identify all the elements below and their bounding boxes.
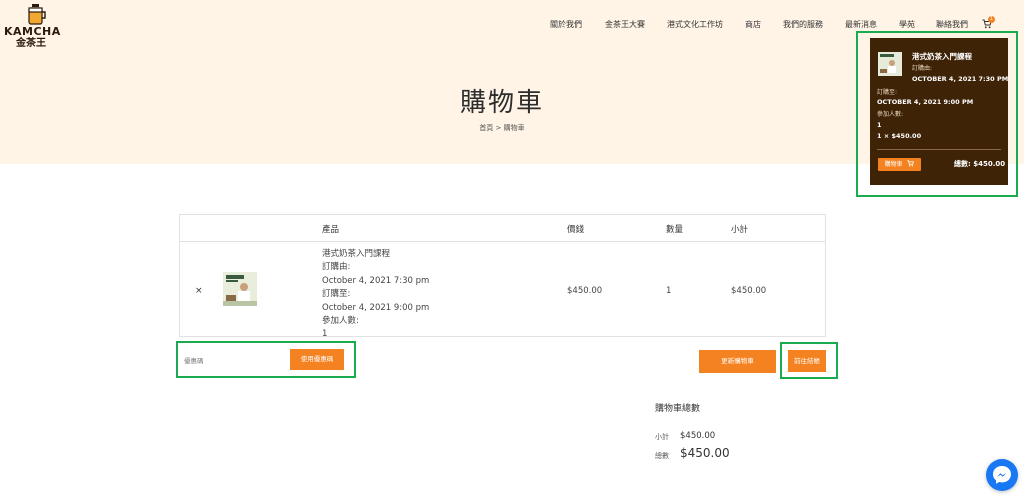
logo-title: KAMCHA [4, 25, 61, 38]
product-details: 港式奶茶入門課程 訂購由: October 4, 2021 7:30 pm 訂購… [322, 248, 429, 342]
nav-item-academy[interactable]: 學苑 [899, 19, 915, 31]
page-title: 購物車 [459, 88, 544, 118]
totals-subtotal-label: 小計 [655, 433, 669, 441]
messenger-chat-button[interactable] [986, 459, 1018, 491]
update-cart-button[interactable]: 更新購物車 [699, 350, 776, 373]
header-product: 產品 [322, 225, 340, 235]
mini-cart-from-value: OCTOBER 4, 2021 7:30 PM [912, 75, 1009, 83]
product-to-label: 訂購至: [322, 289, 351, 300]
mini-cart-qty-price: 1 × $450.00 [877, 132, 922, 140]
remove-item-button[interactable]: × [195, 286, 203, 296]
row-price: $450.00 [567, 286, 603, 296]
row-qty[interactable]: 1 [666, 286, 671, 296]
product-people-value: 1 [322, 329, 328, 340]
mini-cart-product-thumbnail[interactable] [878, 52, 902, 76]
product-people-label: 參加人數: [322, 316, 359, 327]
product-to-value: October 4, 2021 9:00 pm [322, 302, 430, 313]
totals-total-label: 總數 [655, 452, 669, 460]
mini-cart-button-label: 購物車 [884, 161, 903, 168]
totals-total-value: $450.00 [680, 446, 730, 460]
nav-item-services[interactable]: 我們的服務 [783, 19, 823, 31]
product-from-value: October 4, 2021 7:30 pm [322, 275, 430, 286]
logo-subtitle: 金茶王 [16, 38, 46, 49]
mini-cart-view-cart-button[interactable]: 購物車 [878, 158, 921, 171]
cart-table: 產品 價錢 數量 小計 × 港式奶茶入門課程 訂購由: October 4, 2… [179, 214, 826, 339]
mini-cart-to-label: 訂購至: [877, 89, 898, 96]
header-price: 價錢 [567, 225, 585, 235]
cart-totals-title: 購物車總數 [655, 404, 701, 414]
apply-coupon-button[interactable]: 使用優惠碼 [290, 349, 344, 370]
nav-item-workshop[interactable]: 港式文化工作坊 [667, 19, 723, 31]
cart-table-header: 產品 價錢 數量 小計 [180, 215, 825, 242]
product-name-link[interactable]: 港式奶茶入門課程 [322, 248, 429, 261]
mini-cart-from-label: 訂購由: [912, 65, 933, 72]
proceed-to-checkout-button[interactable]: 前往結帳 [788, 350, 826, 372]
coupon-input[interactable]: 優惠碼 [184, 355, 204, 365]
totals-subtotal-value: $450.00 [680, 431, 716, 441]
row-subtotal: $450.00 [731, 286, 767, 296]
page: KAMCHA 金茶王 關於我們 金茶王大賽 港式文化工作坊 商店 我們的服務 最… [0, 0, 1024, 498]
cart-count-badge: 1 [988, 16, 995, 23]
teapot-logo-icon [28, 4, 46, 25]
mini-cart-people-label: 參加人數: [877, 111, 904, 118]
mini-cart-total: 總數: $450.00 [954, 160, 1006, 168]
cart-icon [907, 160, 915, 167]
mini-cart-dropdown: 港式奶茶入門課程 訂購由: OCTOBER 4, 2021 7:30 PM 訂購… [870, 38, 1008, 185]
product-thumbnail[interactable] [223, 272, 257, 306]
nav-item-news[interactable]: 最新消息 [845, 19, 877, 31]
nav-item-about[interactable]: 關於我們 [550, 19, 582, 31]
breadcrumb[interactable]: 首頁 > 購物車 [0, 123, 1004, 133]
nav-item-shop[interactable]: 商店 [745, 19, 761, 31]
mini-cart-divider [877, 149, 1001, 150]
mini-cart-to-value: OCTOBER 4, 2021 9:00 PM [877, 98, 974, 106]
nav-item-competition[interactable]: 金茶王大賽 [605, 19, 645, 31]
mini-cart-people-value: 1 [877, 121, 882, 129]
messenger-icon [993, 466, 1011, 484]
header-qty: 數量 [666, 225, 684, 235]
nav-item-contact[interactable]: 聯絡我們 [936, 19, 968, 31]
logo[interactable]: KAMCHA 金茶王 [4, 2, 64, 52]
header-subtotal: 小計 [731, 225, 749, 235]
product-from-label: 訂購由: [322, 262, 351, 273]
mini-cart-item-name[interactable]: 港式奶茶入門課程 [912, 51, 972, 62]
